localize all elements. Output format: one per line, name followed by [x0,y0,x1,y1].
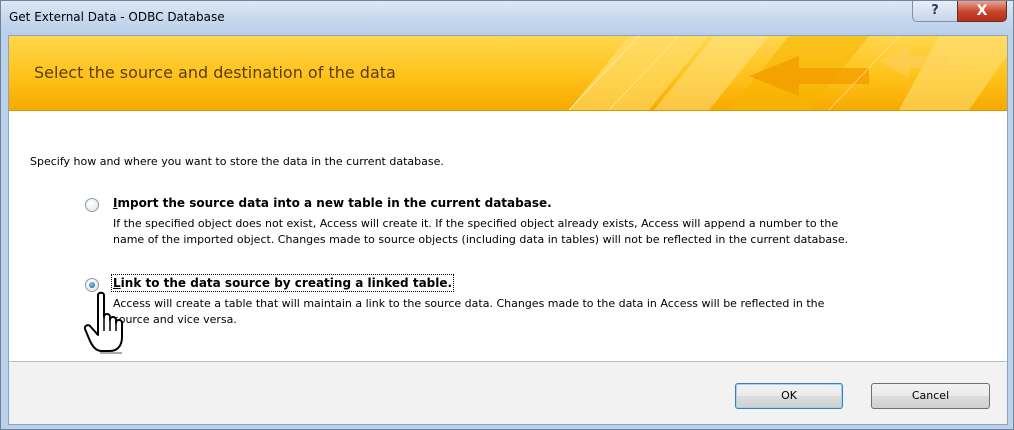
cancel-button[interactable]: Cancel [871,383,990,409]
close-icon: X [976,3,988,19]
close-button[interactable]: X [957,1,1007,22]
link-accel-key: L [113,276,121,290]
link-option-label[interactable]: Link to the data source by creating a li… [110,274,455,292]
header-banner: Select the source and destination of the… [9,36,1007,111]
import-desc-line-1: If the specified object does not exist, … [113,217,839,230]
import-option-description: If the specified object does not exist, … [113,216,848,248]
title-bar[interactable]: Get External Data - ODBC Database ? X [1,1,1013,35]
dialog-client-area: Select the source and destination of the… [8,35,1008,425]
hand-pointer-icon [84,291,123,354]
window-title: Get External Data - ODBC Database [9,10,225,24]
link-radio[interactable] [85,278,99,292]
import-option-label[interactable]: Import the source data into a new table … [113,196,552,210]
import-radio[interactable] [85,198,99,212]
link-option-description: Access will create a table that will mai… [113,296,824,328]
banner-heading: Select the source and destination of the… [34,63,396,82]
import-desc-line-2: name of the imported object. Changes mad… [113,233,849,246]
import-option-title: mport the source data into a new table i… [117,196,552,210]
ok-button[interactable]: OK [735,383,843,409]
dialog-window: Get External Data - ODBC Database ? X Se… [0,0,1014,430]
link-option-title: ink to the data source by creating a lin… [120,276,453,290]
instruction-text: Specify how and where you want to store … [30,155,444,168]
link-desc-line-2: source and vice versa. [113,313,237,326]
help-button[interactable]: ? [912,1,958,22]
link-desc-line-1: Access will create a table that will mai… [113,297,825,310]
help-icon: ? [931,3,939,18]
button-bar: OK Cancel [9,362,1007,424]
